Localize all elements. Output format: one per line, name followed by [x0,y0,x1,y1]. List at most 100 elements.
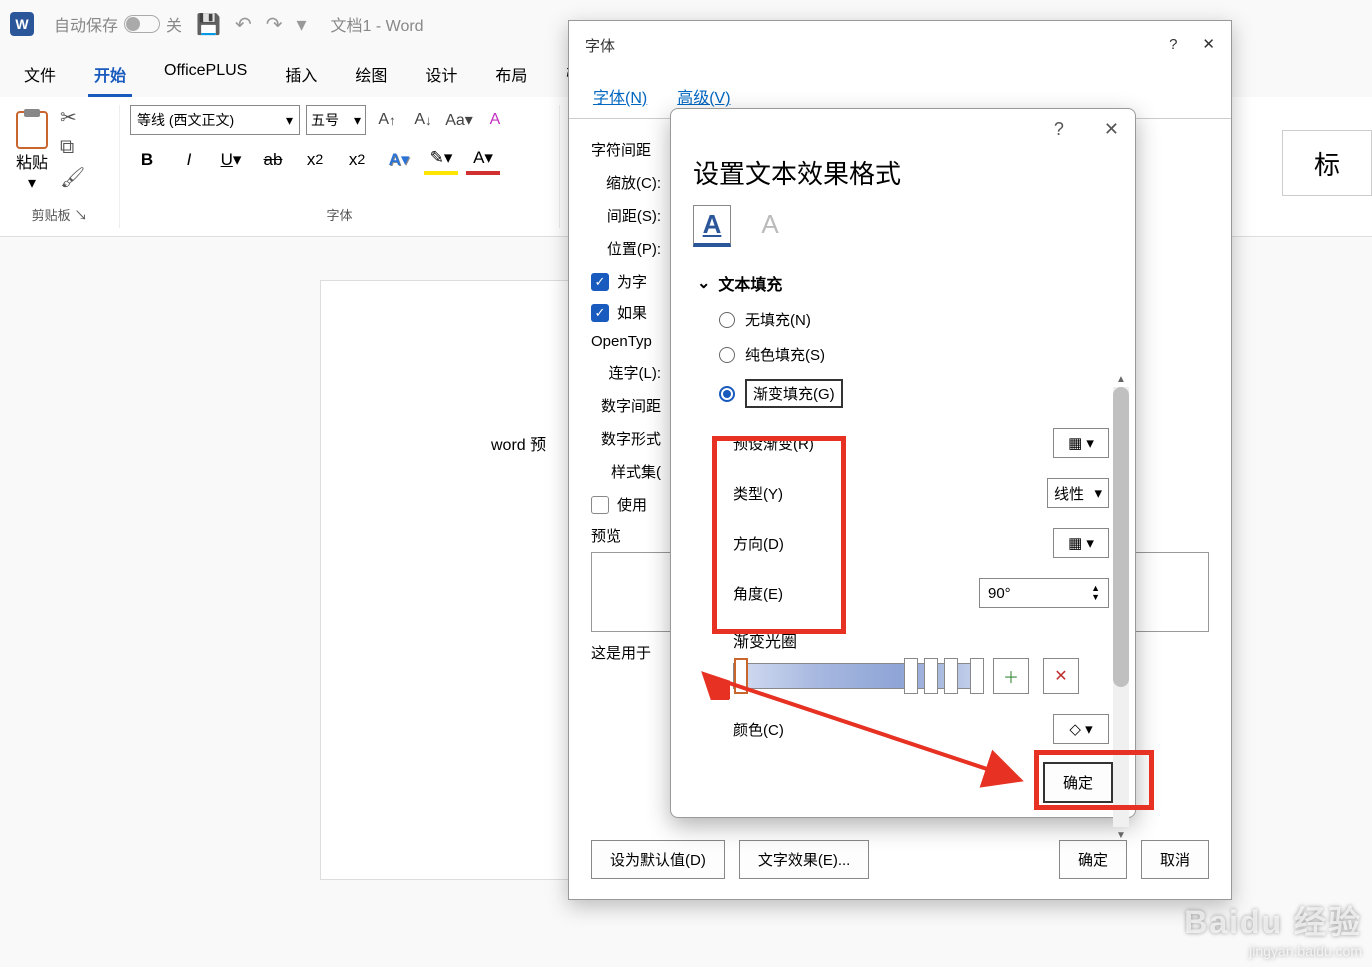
color-select[interactable]: ◇ ▾ [1053,714,1109,744]
num-spacing-label: 数字间距 [591,395,661,416]
toggle-state: 关 [166,12,182,36]
ligatures-label: 连字(L): [591,362,661,383]
scale-label: 缩放(C): [591,172,661,193]
snap-checkbox[interactable]: ✓ [591,304,609,322]
remove-stop-icon[interactable]: ✕ [1043,658,1079,694]
tab-file[interactable]: 文件 [18,54,62,97]
paste-button[interactable]: 粘贴 ▾ [10,105,54,199]
copy-icon[interactable]: ⧉ [60,136,85,159]
scroll-thumb[interactable] [1113,387,1129,687]
type-select[interactable]: 线性▾ [1047,478,1109,508]
color-label: 颜色(C) [733,719,784,740]
font-cancel-button[interactable]: 取消 [1141,840,1209,879]
clipboard-group: 粘贴 ▾ ✂ ⧉ 🖌 剪贴板 ↘ [0,105,120,228]
font-size-value: 五号 [311,110,339,130]
effect-dialog-title: 设置文本效果格式 [671,150,1135,205]
num-form-label: 数字形式 [591,428,661,449]
watermark: Baidu 经验 jingyan.baidu.com [1184,897,1362,959]
close-icon[interactable]: ✕ [1202,36,1215,53]
subscript-button[interactable]: x2 [298,145,332,175]
gradient-stop[interactable] [904,658,918,694]
save-icon[interactable]: 💾 [196,12,221,37]
font-group-label: 字体 [130,201,549,228]
bold-button[interactable]: B [130,145,164,175]
preset-gradient-select[interactable]: ▦ ▾ [1053,428,1109,458]
dialog-launcher-icon[interactable]: ↘ [74,208,87,223]
superscript-button[interactable]: x2 [340,145,374,175]
use-context-label: 使用 [617,494,647,515]
angle-label: 角度(E) [733,583,783,604]
font-family-value: 等线 (西文正文) [137,110,234,130]
help-icon[interactable]: ? [1169,36,1177,53]
gradient-stop[interactable] [734,658,748,694]
paste-label: 粘贴 [16,149,48,173]
strike-button[interactable]: ab [256,145,290,175]
direction-select[interactable]: ▦ ▾ [1053,528,1109,558]
font-ok-button[interactable]: 确定 [1059,840,1127,879]
font-dialog-title: 字体 [585,35,615,56]
format-painter-icon[interactable]: 🖌 [60,165,85,190]
redo-icon[interactable]: ↷ [266,12,283,37]
increase-font-icon[interactable]: A↑ [372,106,402,134]
text-fill-mode-icon[interactable]: A [693,205,731,247]
chevron-down-icon: ⌄ [697,273,710,293]
kerning-checkbox[interactable]: ✓ [591,273,609,291]
close-icon[interactable]: ✕ [1104,119,1119,140]
underline-button[interactable]: U▾ [214,145,248,175]
decrease-font-icon[interactable]: A↓ [408,106,438,134]
gradient-stop[interactable] [970,658,984,694]
gradient-stop[interactable] [924,658,938,694]
tab-layout[interactable]: 布局 [489,54,533,97]
clipboard-group-label: 剪贴板 ↘ [10,201,109,228]
document-text: word 预 [491,431,546,455]
change-case-icon[interactable]: Aa▾ [444,106,474,134]
qat-dropdown-icon[interactable]: ▾ [296,12,306,37]
font-color-button[interactable]: A▾ [466,145,500,175]
tab-officeplus[interactable]: OfficePLUS [158,54,253,97]
text-effect-dialog: ? ✕ 设置文本效果格式 A A ⌄ 文本填充 无填充(N) 纯色填充(S) 渐… [670,108,1136,818]
kerning-label: 为字 [617,271,647,292]
autosave-toggle[interactable]: 自动保存 关 [54,12,182,36]
text-outline-mode-icon[interactable]: A [751,205,789,247]
text-effect-button[interactable]: 文字效果(E)... [739,840,870,879]
tab-draw[interactable]: 绘图 [349,54,393,97]
font-size-select[interactable]: 五号 ▾ [306,105,366,135]
help-icon[interactable]: ? [1054,119,1064,140]
text-fill-section[interactable]: ⌄ 文本填充 [697,271,1109,295]
tab-home[interactable]: 开始 [88,54,132,97]
effect-ok-button[interactable]: 确定 [1043,762,1113,803]
stops-label: 渐变光圈 [733,628,1109,652]
scrollbar[interactable]: ▲ ▼ [1113,387,1129,827]
clear-format-icon[interactable]: A [480,106,510,134]
preset-gradient-label: 预设渐变(R) [733,433,814,454]
font-group: 等线 (西文正文)▾ 五号▾ A↑ A↓ Aa▾ A B I U▾ ab x2 … [120,105,560,228]
chevron-down-icon: ▾ [286,112,293,129]
chevron-down-icon: ▾ [354,112,361,129]
angle-input[interactable]: 90°▲▼ [979,578,1109,608]
toggle-switch-icon[interactable] [124,15,160,33]
position-label: 位置(P): [591,238,661,259]
highlight-button[interactable]: ✎▾ [424,145,458,175]
solid-fill-radio[interactable]: 纯色填充(S) [719,344,1109,365]
no-fill-radio[interactable]: 无填充(N) [719,309,1109,330]
italic-button[interactable]: I [172,145,206,175]
scroll-down-icon[interactable]: ▼ [1113,827,1129,843]
chevron-down-icon: ▾ [1094,484,1102,502]
chevron-down-icon: ▾ [28,173,36,193]
style-card[interactable]: 标 [1282,130,1372,196]
use-context-checkbox[interactable] [591,496,609,514]
tab-insert[interactable]: 插入 [279,54,323,97]
add-stop-icon[interactable]: ＋ [993,658,1029,694]
cut-icon[interactable]: ✂ [60,105,85,130]
scroll-up-icon[interactable]: ▲ [1113,371,1129,387]
text-effects-button[interactable]: A▾ [382,145,416,175]
font-family-select[interactable]: 等线 (西文正文) ▾ [130,105,300,135]
type-label: 类型(Y) [733,483,783,504]
gradient-fill-radio[interactable]: 渐变填充(G) [719,379,1109,408]
gradient-stop[interactable] [944,658,958,694]
tab-design[interactable]: 设计 [419,54,463,97]
gradient-stops-bar[interactable] [733,663,983,689]
set-default-button[interactable]: 设为默认值(D) [591,840,725,879]
undo-icon[interactable]: ↶ [235,12,252,37]
font-dialog-tab-font[interactable]: 字体(N) [593,78,647,118]
